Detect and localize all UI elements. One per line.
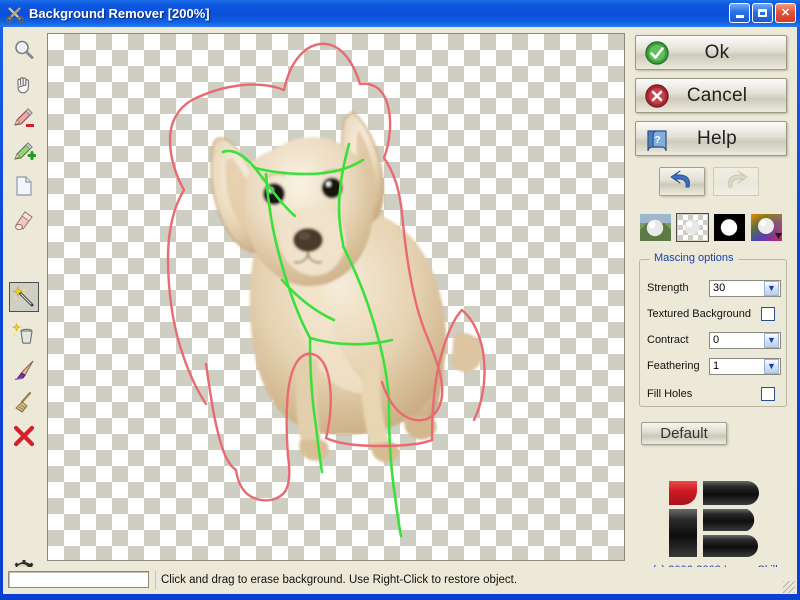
window-title: Background Remover [200%] <box>29 6 210 21</box>
contract-label: Contract <box>647 334 689 346</box>
contract-value: 0 <box>713 334 720 346</box>
magic-fill-tool[interactable] <box>9 319 39 349</box>
background-preview-color[interactable] <box>750 213 783 242</box>
cancel-button[interactable]: Cancel <box>635 78 787 113</box>
close-icon: ✕ <box>780 6 791 19</box>
svg-text:?: ? <box>654 135 660 146</box>
client-area: ‹ › <box>3 27 797 594</box>
magic-wand-icon <box>12 285 36 309</box>
redo-button[interactable] <box>713 167 759 196</box>
pan-tool[interactable] <box>9 69 39 99</box>
magic-bucket-icon <box>12 322 36 346</box>
magnifier-icon <box>12 38 36 62</box>
image-skill-logo <box>667 479 759 559</box>
maximize-icon <box>758 9 767 17</box>
background-preview-photo[interactable] <box>639 213 672 242</box>
fill-holes-checkbox[interactable] <box>761 387 775 401</box>
status-bar: Click and drag to erase background. Use … <box>3 567 797 594</box>
green-check-icon <box>644 40 670 66</box>
application-window: Background Remover [200%] ✕ Ok Cancel ? … <box>0 0 800 600</box>
feathering-label: Feathering <box>647 360 700 372</box>
textured-background-row: Textured Background <box>647 305 781 323</box>
minimize-icon <box>735 14 744 18</box>
maximize-button[interactable] <box>752 3 773 23</box>
tool-palette <box>3 27 44 584</box>
status-hint-text: Click and drag to erase background. Use … <box>155 571 785 589</box>
mark-object-tool[interactable] <box>9 137 39 167</box>
strength-dropdown[interactable]: 30 ▼ <box>709 279 781 297</box>
minimize-button[interactable] <box>729 3 750 23</box>
red-cancel-icon <box>644 83 670 109</box>
eraser-tool[interactable] <box>9 205 39 235</box>
close-button[interactable]: ✕ <box>775 3 796 23</box>
help-button-label: Help <box>697 127 737 149</box>
chevron-down-icon[interactable]: ▼ <box>764 358 779 374</box>
default-button[interactable]: Default <box>641 422 727 445</box>
right-panel: Ok Cancel ? Help Mascing options Strengt… <box>631 27 795 576</box>
feathering-value: 1 <box>713 360 720 372</box>
background-preview-transparent[interactable] <box>676 213 709 242</box>
title-bar[interactable]: Background Remover [200%] ✕ <box>0 0 800 27</box>
masking-options-group: Mascing options Strength 30 ▼ Textured B… <box>639 252 787 407</box>
progress-field <box>8 571 149 588</box>
background-preview-black[interactable] <box>713 213 746 242</box>
help-button[interactable]: ? Help <box>635 121 787 156</box>
new-layer-tool[interactable] <box>9 171 39 201</box>
brush-tool[interactable] <box>9 355 39 385</box>
paintbrush-icon <box>12 358 36 382</box>
undo-arrow-icon <box>669 170 695 193</box>
feathering-row: Feathering 1 ▼ <box>647 357 781 375</box>
dog-photo-with-markup <box>66 34 606 560</box>
eraser-icon <box>12 208 36 232</box>
mark-background-tool[interactable] <box>9 103 39 133</box>
chevron-down-icon[interactable]: ▼ <box>764 332 779 348</box>
undo-button[interactable] <box>659 167 705 196</box>
strength-row: Strength 30 ▼ <box>647 279 781 297</box>
scissors-icon <box>5 4 25 24</box>
textured-background-checkbox[interactable] <box>761 307 775 321</box>
strength-value: 30 <box>713 282 726 294</box>
image-canvas[interactable] <box>47 33 625 561</box>
masking-options-title: Mascing options <box>650 252 738 264</box>
delete-tool[interactable] <box>9 421 39 451</box>
chevron-down-icon[interactable]: ▼ <box>764 280 779 296</box>
ok-button-label: Ok <box>704 41 730 63</box>
textured-background-label: Textured Background <box>647 308 751 320</box>
window-frame: Background Remover [200%] ✕ Ok Cancel ? … <box>0 0 800 600</box>
fill-holes-label: Fill Holes <box>647 388 693 400</box>
hand-icon <box>12 72 36 96</box>
magic-wand-tool[interactable] <box>9 282 39 312</box>
zoom-tool[interactable] <box>9 35 39 65</box>
resize-grip-icon[interactable] <box>783 581 795 593</box>
cancel-button-label: Cancel <box>686 84 748 106</box>
contract-row: Contract 0 ▼ <box>647 331 781 349</box>
green-pencil-plus-icon <box>12 140 36 164</box>
redo-arrow-icon <box>723 170 749 193</box>
feathering-dropdown[interactable]: 1 ▼ <box>709 357 781 375</box>
red-x-icon <box>13 425 35 447</box>
strength-label: Strength <box>647 282 689 294</box>
ok-button[interactable]: Ok <box>635 35 787 70</box>
red-pencil-minus-icon <box>12 106 36 130</box>
broom-tool[interactable] <box>9 387 39 417</box>
contract-dropdown[interactable]: 0 ▼ <box>709 331 781 349</box>
help-book-icon: ? <box>644 126 670 152</box>
fill-holes-row: Fill Holes <box>647 385 781 403</box>
window-controls: ✕ <box>729 3 796 23</box>
broom-icon <box>12 390 36 414</box>
page-icon <box>12 174 36 198</box>
